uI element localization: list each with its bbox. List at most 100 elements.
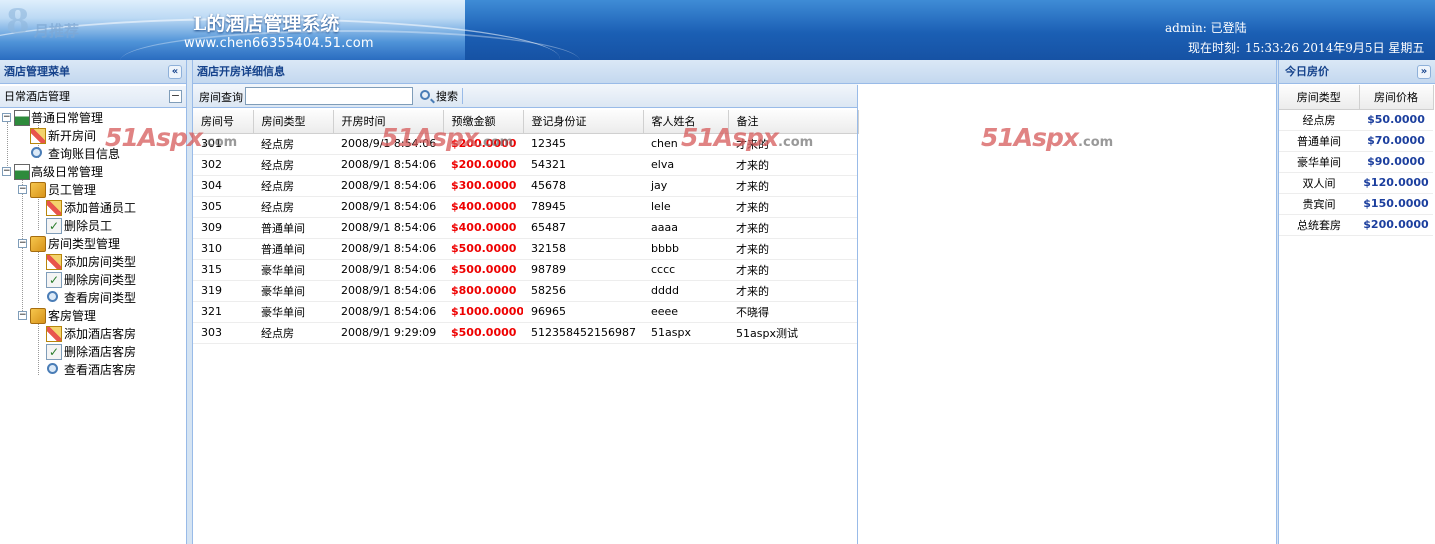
table-cell: 才来的 bbox=[728, 280, 858, 302]
grid-column-header[interactable]: 开房时间 bbox=[333, 110, 444, 134]
table-cell: 512358452156987 bbox=[523, 322, 643, 344]
menu-tree: − 普通日常管理 新开房间 查询账目信息 − 高级日常管理 − 员工管理 添加普… bbox=[0, 108, 186, 379]
tree-node-guest-room-management[interactable]: − 客房管理 bbox=[0, 307, 186, 325]
table-cell: 309 bbox=[193, 217, 253, 239]
table-row[interactable]: 304 经点房 2008/9/1 8:54:06 $300.0000 45678 jay 才… bbox=[193, 175, 858, 197]
table-row[interactable]: 309 普通单间 2008/9/1 8:54:06 $400.0000 65487 aaa… bbox=[193, 217, 858, 239]
table-cell: 2008/9/1 8:54:06 bbox=[333, 217, 443, 239]
price-row[interactable]: 双人间 $120.0000 bbox=[1279, 172, 1433, 194]
tree-node-query-accounts[interactable]: 查询账目信息 bbox=[0, 145, 186, 163]
tree-node-open-room[interactable]: 新开房间 bbox=[0, 127, 186, 145]
search-toolbar: 房间查询 搜索 bbox=[193, 84, 858, 108]
table-cell: 普通单间 bbox=[253, 217, 333, 239]
tree-toggle-icon[interactable]: − bbox=[2, 113, 11, 122]
table-cell: 豪华单间 bbox=[253, 301, 333, 323]
price-cell: 经点房 bbox=[1279, 109, 1359, 131]
table-row[interactable]: 310 普通单间 2008/9/1 8:54:06 $500.0000 32158 bbb… bbox=[193, 238, 858, 260]
room-grid: 房间号 房间类型 开房时间 预缴金额 登记身份证 客人姓名 备注 301 经点房 2008/9/… bbox=[193, 110, 859, 344]
tree-node-delete-room-type[interactable]: 删除房间类型 bbox=[0, 271, 186, 289]
tree-node-delete-guest-room[interactable]: 删除酒店客房 bbox=[0, 343, 186, 361]
price-cell: $150.0000 bbox=[1359, 193, 1433, 215]
pencil-icon bbox=[46, 200, 62, 216]
table-cell: chen bbox=[643, 133, 728, 155]
table-cell: 才来的 bbox=[728, 259, 858, 281]
tree-node-add-guest-room[interactable]: 添加酒店客房 bbox=[0, 325, 186, 343]
magnifier-icon bbox=[47, 363, 58, 374]
price-cell: $120.0000 bbox=[1359, 172, 1433, 194]
table-cell: 32158 bbox=[523, 238, 643, 260]
grid-column-header[interactable]: 房间号 bbox=[193, 110, 254, 134]
table-cell: 经点房 bbox=[253, 322, 333, 344]
table-cell: $400.0000 bbox=[443, 217, 523, 239]
search-icon[interactable] bbox=[420, 90, 430, 100]
table-cell: 304 bbox=[193, 175, 253, 197]
price-cell: $70.0000 bbox=[1359, 130, 1433, 152]
price-row[interactable]: 经点房 $50.0000 bbox=[1279, 109, 1433, 131]
grid-column-header[interactable]: 房间类型 bbox=[253, 110, 334, 134]
tree-node-add-staff[interactable]: 添加普通员工 bbox=[0, 199, 186, 217]
search-button[interactable]: 搜索 bbox=[434, 88, 460, 104]
price-column-header[interactable]: 房间类型 bbox=[1279, 85, 1360, 110]
header-banner: 8 月推荐 L的酒店管理系统 www.chen66355404.51.com bbox=[0, 0, 580, 60]
tree-node-view-room-type[interactable]: 查看房间类型 bbox=[0, 289, 186, 307]
table-row[interactable]: 315 豪华单间 2008/9/1 8:54:06 $500.0000 98789 ccc… bbox=[193, 259, 858, 281]
tree-toggle-icon[interactable]: − bbox=[18, 311, 27, 320]
accordion-header[interactable]: 日常酒店管理 − bbox=[0, 86, 186, 108]
price-column-header[interactable]: 房间价格 bbox=[1359, 85, 1434, 110]
table-row[interactable]: 319 豪华单间 2008/9/1 8:54:06 $800.0000 58256 ddd… bbox=[193, 280, 858, 302]
tree-node-delete-staff[interactable]: 删除员工 bbox=[0, 217, 186, 235]
grid-header-row: 房间号 房间类型 开房时间 预缴金额 登记身份证 客人姓名 备注 bbox=[193, 110, 859, 134]
table-cell: 才来的 bbox=[728, 196, 858, 218]
tree-toggle-icon[interactable]: − bbox=[18, 239, 27, 248]
tree-toggle-icon[interactable]: − bbox=[18, 185, 27, 194]
table-cell: 310 bbox=[193, 238, 253, 260]
tree-toggle-icon[interactable]: − bbox=[2, 167, 11, 176]
price-row[interactable]: 贵宾间 $150.0000 bbox=[1279, 193, 1433, 215]
tree-node-view-guest-room[interactable]: 查看酒店客房 bbox=[0, 361, 186, 379]
tree-node-advanced-management[interactable]: − 高级日常管理 bbox=[0, 163, 186, 181]
main-layout: 酒店管理菜单 « 日常酒店管理 − − 普通日常管理 新开房间 查询账目信息 −… bbox=[0, 60, 1435, 544]
table-row[interactable]: 321 豪华单间 2008/9/1 8:54:06 $1000.0000 96965 ee… bbox=[193, 301, 858, 323]
pencil-icon bbox=[46, 254, 62, 270]
grid-column-header[interactable]: 登记身份证 bbox=[523, 110, 644, 134]
table-cell: jay bbox=[643, 175, 728, 197]
price-cell: $50.0000 bbox=[1359, 109, 1433, 131]
table-cell: bbbb bbox=[643, 238, 728, 260]
tree-node-room-type-management[interactable]: − 房间类型管理 bbox=[0, 235, 186, 253]
tree-node-label: 房间类型管理 bbox=[48, 237, 121, 251]
table-cell: 才来的 bbox=[728, 175, 858, 197]
tree-node-add-room-type[interactable]: 添加房间类型 bbox=[0, 253, 186, 271]
magnifier-icon bbox=[31, 147, 42, 158]
grid-column-header[interactable]: 客人姓名 bbox=[643, 110, 729, 134]
price-row[interactable]: 豪华单间 $90.0000 bbox=[1279, 151, 1433, 173]
table-cell: $1000.0000 bbox=[443, 301, 523, 323]
table-row[interactable]: 301 经点房 2008/9/1 8:54:06 $200.0000 12345 chen… bbox=[193, 133, 858, 155]
collapse-left-icon[interactable]: « bbox=[168, 65, 182, 79]
price-body: 经点房 $50.0000 普通单间 $70.0000 豪华单间 $90.0000 双人间 $1… bbox=[1279, 109, 1433, 236]
tree-node-staff-management[interactable]: − 员工管理 bbox=[0, 181, 186, 199]
collapse-right-icon[interactable]: » bbox=[1417, 65, 1431, 79]
grid-column-header[interactable]: 预缴金额 bbox=[443, 110, 524, 134]
table-cell: 才来的 bbox=[728, 133, 858, 155]
table-row[interactable]: 305 经点房 2008/9/1 8:54:06 $400.0000 78945 lele… bbox=[193, 196, 858, 218]
tree-node-normal-management[interactable]: − 普通日常管理 bbox=[0, 109, 186, 127]
room-search-input[interactable] bbox=[245, 87, 413, 105]
table-cell: $500.0000 bbox=[443, 238, 523, 260]
price-row[interactable]: 普通单间 $70.0000 bbox=[1279, 130, 1433, 152]
table-cell: 普通单间 bbox=[253, 238, 333, 260]
tree-node-label: 删除房间类型 bbox=[64, 273, 137, 287]
grid-body: 301 经点房 2008/9/1 8:54:06 $200.0000 12345 chen… bbox=[193, 133, 858, 344]
price-row[interactable]: 总统套房 $200.0000 bbox=[1279, 214, 1433, 236]
tree-node-label: 查看房间类型 bbox=[64, 291, 137, 305]
table-cell: eeee bbox=[643, 301, 728, 323]
table-cell: 301 bbox=[193, 133, 253, 155]
doc-icon bbox=[46, 343, 62, 361]
tree-node-label: 添加房间类型 bbox=[64, 255, 137, 269]
table-row[interactable]: 303 经点房 2008/9/1 9:29:09 $500.0000 512358452… bbox=[193, 322, 858, 344]
accordion-collapse-icon[interactable]: − bbox=[169, 90, 182, 103]
table-cell: 2008/9/1 9:29:09 bbox=[333, 322, 443, 344]
table-cell: 78945 bbox=[523, 196, 643, 218]
table-row[interactable]: 302 经点房 2008/9/1 8:54:06 $200.0000 54321 elva… bbox=[193, 154, 858, 176]
tree-node-label: 员工管理 bbox=[48, 183, 97, 197]
grid-column-header[interactable]: 备注 bbox=[728, 110, 859, 134]
